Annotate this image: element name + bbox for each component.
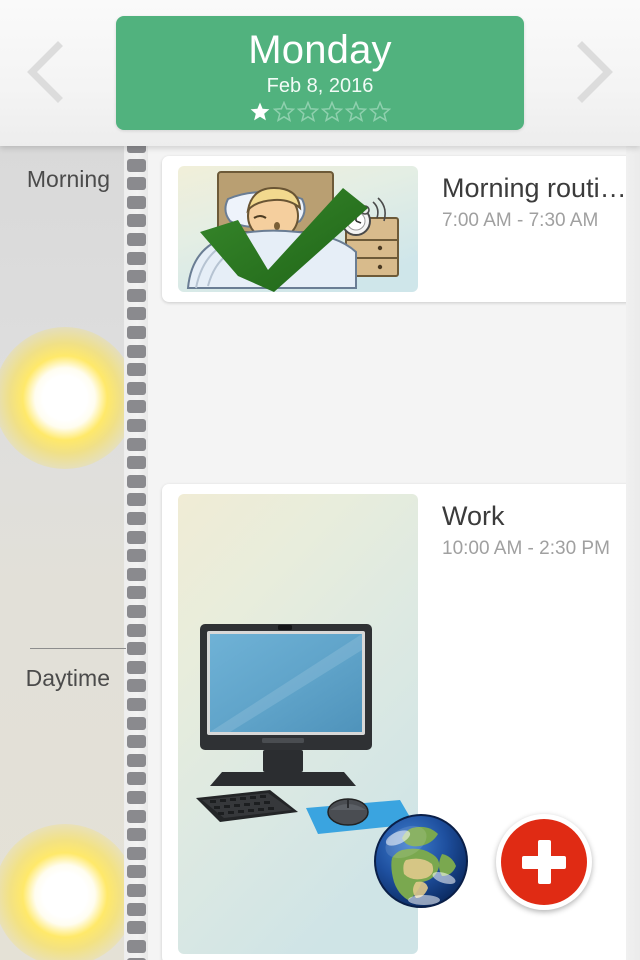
filmstrip-notch bbox=[127, 437, 146, 451]
star-outline-icon[interactable] bbox=[297, 101, 319, 122]
filmstrip-notch bbox=[127, 753, 146, 767]
filmstrip-notch bbox=[127, 195, 146, 209]
task-title: Work bbox=[442, 501, 505, 531]
add-task-button[interactable] bbox=[496, 814, 592, 910]
filmstrip-notch bbox=[127, 307, 146, 321]
schedule-screen: Monday Feb 8, 2016 Morning Daytime Morni… bbox=[0, 0, 640, 960]
filmstrip-notch bbox=[127, 865, 146, 879]
task-details: Work 10:00 AM - 2:30 PM bbox=[442, 500, 629, 561]
plus-icon-vertical bbox=[537, 840, 551, 884]
filmstrip-notch bbox=[127, 549, 146, 563]
filmstrip-notch bbox=[127, 791, 146, 804]
timeline-sidebar: Morning Daytime bbox=[0, 146, 126, 960]
day-date: Feb 8, 2016 bbox=[266, 75, 374, 97]
filmstrip-notch bbox=[127, 921, 146, 935]
period-label-morning: Morning bbox=[26, 166, 110, 192]
star-outline-icon[interactable] bbox=[369, 101, 391, 122]
filmstrip-notch bbox=[127, 233, 146, 246]
filmstrip-notch bbox=[127, 939, 146, 953]
filmstrip-notch bbox=[127, 530, 146, 544]
chevron-left-icon bbox=[24, 40, 68, 104]
period-label-daytime: Daytime bbox=[25, 665, 110, 691]
filmstrip-notch bbox=[127, 177, 146, 191]
filmstrip-notch bbox=[127, 493, 146, 507]
day-summary-card[interactable]: Monday Feb 8, 2016 bbox=[116, 16, 524, 130]
filmstrip-notch bbox=[127, 512, 146, 525]
task-time: 7:00 AM - 7:30 AM bbox=[442, 210, 599, 231]
filmstrip-notch bbox=[127, 846, 146, 860]
star-filled-icon[interactable] bbox=[249, 101, 271, 122]
filmstrip-notch bbox=[127, 288, 146, 302]
filmstrip-notch bbox=[127, 623, 146, 637]
filmstrip-notch bbox=[127, 642, 146, 656]
filmstrip-notch bbox=[127, 884, 146, 897]
globe-button[interactable] bbox=[372, 812, 470, 910]
filmstrip-notch bbox=[127, 474, 146, 488]
filmstrip-notch bbox=[127, 326, 146, 339]
task-thumbnail[interactable] bbox=[178, 166, 418, 292]
day-name: Monday bbox=[248, 28, 392, 72]
sun-icon bbox=[0, 327, 126, 469]
filmstrip-notch bbox=[127, 660, 146, 674]
star-outline-icon[interactable] bbox=[321, 101, 343, 122]
plus-icon bbox=[501, 819, 587, 905]
star-outline-icon[interactable] bbox=[345, 101, 367, 122]
period-divider bbox=[30, 648, 126, 649]
filmstrip-notch bbox=[127, 381, 146, 395]
filmstrip-notch bbox=[127, 586, 146, 600]
previous-day-button[interactable] bbox=[14, 36, 78, 108]
filmstrip-notch bbox=[127, 363, 146, 377]
filmstrip-notch bbox=[127, 828, 146, 842]
sleeping-person-bed-alarm-clock-illustration bbox=[178, 166, 418, 292]
filmstrip-notch bbox=[127, 400, 146, 414]
filmstrip-notch bbox=[127, 270, 146, 284]
timeline-filmstrip[interactable] bbox=[124, 140, 148, 960]
star-outline-icon[interactable] bbox=[273, 101, 295, 122]
filmstrip-notch bbox=[127, 456, 146, 470]
filmstrip-notch bbox=[127, 419, 146, 432]
filmstrip-notch bbox=[127, 772, 146, 786]
next-day-button[interactable] bbox=[562, 36, 626, 108]
filmstrip-notch bbox=[127, 679, 146, 693]
task-time: 10:00 AM - 2:30 PM bbox=[442, 538, 610, 559]
day-rating[interactable] bbox=[249, 101, 391, 122]
sun-icon bbox=[0, 824, 126, 960]
filmstrip-notch bbox=[127, 214, 146, 228]
filmstrip-notch bbox=[127, 735, 146, 749]
task-details: Morning routine 7:00 AM - 7:30 AM bbox=[442, 172, 629, 233]
right-gutter bbox=[626, 146, 640, 960]
task-row[interactable]: Morning routine 7:00 AM - 7:30 AM bbox=[162, 156, 639, 302]
filmstrip-notch bbox=[127, 605, 146, 618]
filmstrip-notch bbox=[127, 698, 146, 711]
filmstrip-notch bbox=[127, 344, 146, 358]
filmstrip-notch bbox=[127, 902, 146, 916]
filmstrip-notch bbox=[127, 567, 146, 581]
app-header: Monday Feb 8, 2016 bbox=[0, 0, 640, 146]
earth-globe-icon bbox=[374, 814, 468, 908]
task-title: Morning routine bbox=[442, 173, 629, 203]
filmstrip-notch bbox=[127, 251, 146, 265]
filmstrip-notch bbox=[127, 716, 146, 730]
filmstrip-notch bbox=[127, 158, 146, 172]
chevron-right-icon bbox=[572, 40, 616, 104]
filmstrip-notch bbox=[127, 809, 146, 823]
